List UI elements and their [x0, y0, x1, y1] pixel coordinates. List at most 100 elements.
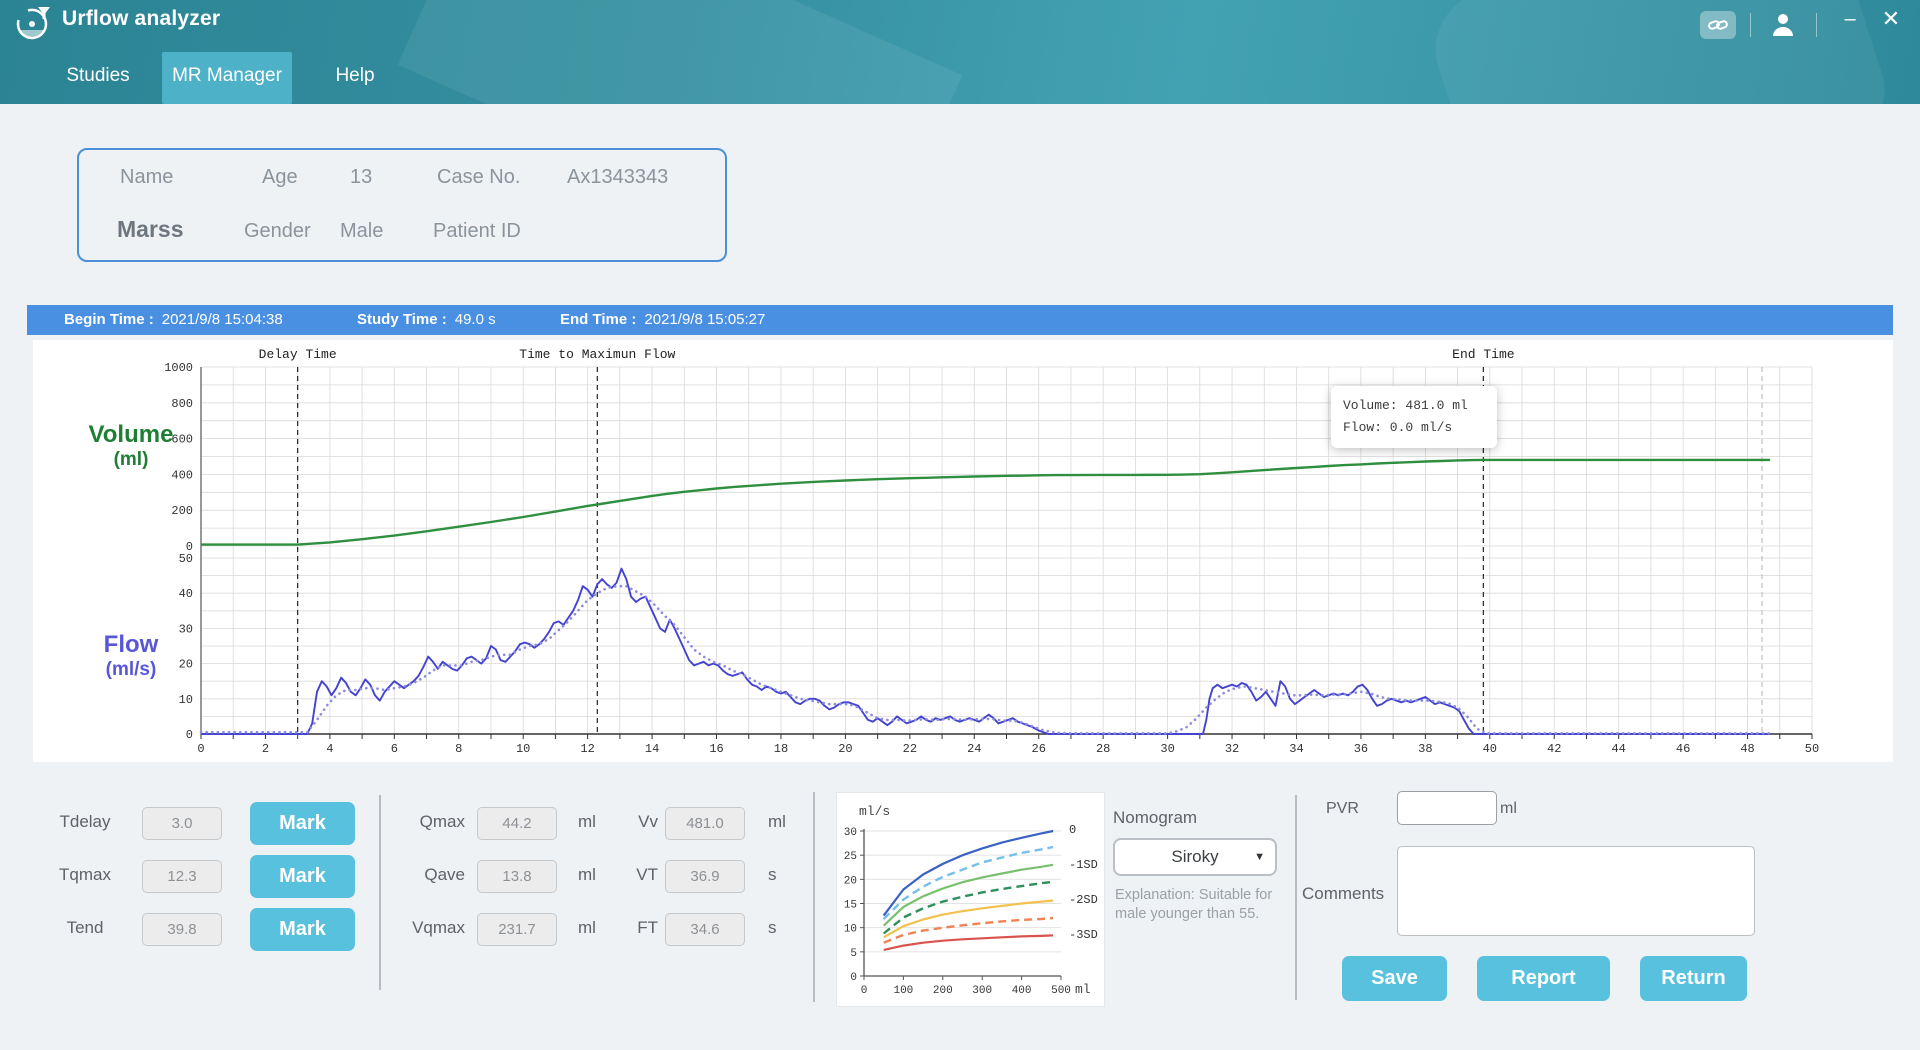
patient-gender-label: Gender [244, 220, 311, 243]
svg-text:500: 500 [1051, 985, 1071, 997]
vqmax-unit: ml [578, 918, 596, 938]
user-account-icon[interactable] [1768, 9, 1798, 39]
svg-text:400: 400 [171, 468, 193, 482]
vt-input[interactable] [665, 860, 745, 893]
study-time-value: 49.0 s [455, 311, 496, 328]
tqmax-mark-button[interactable]: Mark [250, 855, 355, 898]
section-divider [1295, 795, 1297, 1000]
svg-text:-1SD: -1SD [1069, 858, 1098, 872]
comments-textarea[interactable] [1397, 846, 1755, 936]
volume-axis-title: Volume (ml) [51, 421, 211, 470]
svg-text:-2SD: -2SD [1069, 893, 1098, 907]
section-divider [379, 795, 381, 990]
svg-text:ml/s: ml/s [859, 804, 890, 819]
app-title: Urflow analyzer [62, 7, 220, 31]
svg-text:16: 16 [709, 742, 723, 756]
svg-text:42: 42 [1547, 742, 1561, 756]
svg-text:24: 24 [967, 742, 981, 756]
ft-unit: s [768, 918, 777, 938]
save-button[interactable]: Save [1342, 956, 1447, 1001]
patient-gender-value: Male [340, 220, 383, 243]
svg-text:20: 20 [844, 875, 857, 887]
section-divider [813, 792, 815, 1002]
svg-text:0: 0 [1069, 823, 1076, 837]
ft-label: FT [610, 918, 658, 938]
report-button[interactable]: Report [1477, 956, 1610, 1001]
svg-text:50: 50 [1805, 742, 1819, 756]
svg-text:32: 32 [1225, 742, 1239, 756]
qave-unit: ml [578, 865, 596, 885]
svg-text:5: 5 [850, 948, 857, 960]
flow-volume-chart-panel[interactable]: Volume (ml) Flow (ml/s) 0246810121416182… [33, 340, 1893, 762]
nav-item-studies[interactable]: Studies [63, 52, 133, 104]
svg-text:800: 800 [171, 397, 193, 411]
chart-tooltip: Volume: 481.0 ml Flow: 0.0 ml/s [1331, 386, 1497, 448]
nomogram-selected-value: Siroky [1171, 847, 1218, 866]
nomogram-chart-panel: 0510152025300100200300400500ml/sml0-1SD-… [836, 792, 1105, 1007]
vqmax-input[interactable] [477, 913, 557, 946]
svg-text:10: 10 [844, 924, 857, 936]
patient-case-value: Ax1343343 [567, 166, 668, 189]
patient-age-label: Age [262, 166, 298, 189]
header-decoration [398, 0, 963, 104]
svg-text:38: 38 [1418, 742, 1432, 756]
svg-text:36: 36 [1354, 742, 1368, 756]
svg-text:10: 10 [516, 742, 530, 756]
patient-info-card: Name Age 13 Case No. Ax1343343 Marss Gen… [77, 148, 727, 262]
qmax-label: Qmax [390, 812, 465, 832]
patient-case-label: Case No. [437, 166, 520, 189]
close-button[interactable]: ✕ [1878, 6, 1904, 32]
svg-text:200: 200 [933, 985, 953, 997]
tooltip-flow: Flow: 0.0 ml/s [1343, 417, 1485, 439]
svg-text:40: 40 [1483, 742, 1497, 756]
svg-text:30: 30 [844, 827, 857, 839]
vv-input[interactable] [665, 807, 745, 840]
patient-name-label: Name [120, 166, 173, 189]
tend-input[interactable] [142, 913, 222, 946]
svg-text:Time to Maximun Flow: Time to Maximun Flow [519, 347, 675, 362]
ft-input[interactable] [665, 913, 745, 946]
tqmax-input[interactable] [142, 860, 222, 893]
svg-text:40: 40 [179, 587, 193, 601]
window-separator [1750, 13, 1751, 37]
pvr-label: PVR [1326, 800, 1359, 818]
svg-text:0: 0 [861, 985, 868, 997]
svg-text:14: 14 [645, 742, 659, 756]
svg-text:-3SD: -3SD [1069, 928, 1098, 942]
patient-id-label: Patient ID [433, 220, 521, 243]
tend-label: Tend [40, 918, 130, 938]
study-time-bar: Begin Time :2021/9/8 15:04:38 Study Time… [27, 305, 1893, 335]
vt-label: VT [610, 865, 658, 885]
vqmax-label: Vqmax [390, 918, 465, 938]
svg-text:30: 30 [1160, 742, 1174, 756]
svg-text:End Time: End Time [1452, 347, 1514, 362]
end-time-value: 2021/9/8 15:05:27 [644, 311, 765, 328]
title-bar: Urflow analyzer – ✕ Studies MR Manager H… [0, 0, 1920, 104]
svg-text:26: 26 [1032, 742, 1046, 756]
tdelay-input[interactable] [142, 807, 222, 840]
vv-label: Vv [610, 812, 658, 832]
pvr-input[interactable] [1397, 791, 1497, 825]
header-decoration [1420, 0, 1900, 104]
nomogram-select[interactable]: Siroky ▼ [1113, 838, 1277, 876]
nomogram-explanation: Explanation: Suitable for male younger t… [1115, 886, 1290, 924]
qave-input[interactable] [477, 860, 557, 893]
nav-item-mr-manager[interactable]: MR Manager [162, 52, 292, 104]
chevron-down-icon: ▼ [1254, 840, 1265, 874]
flow-volume-chart[interactable]: 0246810121416182022242628303234363840424… [33, 340, 1893, 762]
tdelay-mark-button[interactable]: Mark [250, 802, 355, 845]
return-button[interactable]: Return [1640, 956, 1747, 1001]
svg-text:0: 0 [850, 972, 857, 984]
svg-text:28: 28 [1096, 742, 1110, 756]
svg-text:44: 44 [1611, 742, 1625, 756]
tend-mark-button[interactable]: Mark [250, 908, 355, 951]
minimize-button[interactable]: – [1838, 8, 1862, 31]
end-time-label: End Time : [560, 311, 636, 328]
svg-text:300: 300 [972, 985, 992, 997]
nav-item-help[interactable]: Help [325, 52, 385, 104]
vv-unit: ml [768, 812, 786, 832]
nomogram-chart: 0510152025300100200300400500ml/sml0-1SD-… [837, 793, 1102, 1004]
link-button[interactable] [1700, 11, 1736, 39]
svg-text:400: 400 [1012, 985, 1032, 997]
qmax-input[interactable] [477, 807, 557, 840]
